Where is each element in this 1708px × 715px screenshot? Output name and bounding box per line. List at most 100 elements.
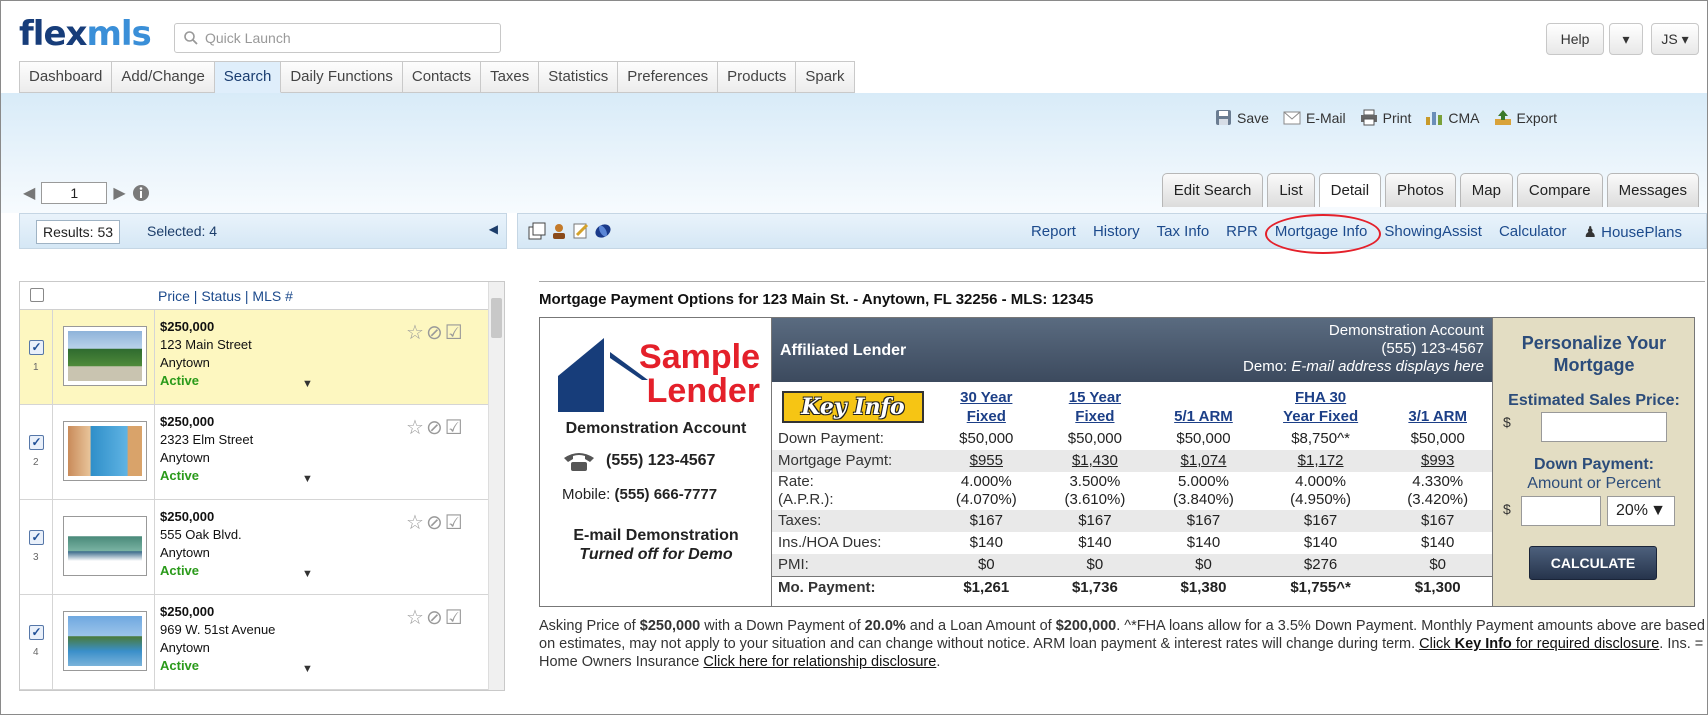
listing-photo[interactable]	[63, 516, 147, 576]
prev-page-icon[interactable]: ◀	[23, 183, 35, 203]
tab-edit-search[interactable]: Edit Search	[1161, 173, 1264, 207]
page-number-input[interactable]: 1	[41, 182, 108, 204]
globe-icon[interactable]	[594, 222, 612, 240]
email-action[interactable]: E-Mail	[1283, 109, 1346, 126]
sort-columns[interactable]: Price | Status | MLS #	[158, 288, 293, 304]
menu-tab-contacts[interactable]: Contacts	[402, 61, 482, 93]
edit-note-icon[interactable]: ☑	[445, 415, 463, 440]
popout-icon[interactable]	[528, 222, 546, 240]
sublink-history[interactable]: History	[1093, 223, 1140, 241]
listing-row[interactable]: ✓ 2 $250,000 2323 Elm Street Anytown Act…	[20, 405, 504, 500]
sublink-rpr[interactable]: RPR	[1226, 223, 1258, 241]
floppy-icon	[1216, 110, 1232, 125]
listing-photo[interactable]	[63, 421, 147, 481]
rate-column-header[interactable]: 30 Year Fixed	[932, 382, 1041, 428]
rate-cell[interactable]: $955	[932, 450, 1041, 472]
info-icon[interactable]	[132, 184, 150, 202]
menu-tab-preferences[interactable]: Preferences	[618, 61, 719, 93]
rate-cell[interactable]: $1,430	[1040, 450, 1150, 472]
agent-icon[interactable]	[550, 222, 568, 240]
key-info-disclosure-link[interactable]: Click Key Info for required disclosure	[1419, 636, 1659, 652]
rate-cell[interactable]: $1,074	[1149, 450, 1258, 472]
cma-action[interactable]: CMA	[1425, 109, 1480, 126]
relationship-disclosure-link[interactable]: Click here for relationship disclosure	[703, 654, 936, 670]
sublink-tax-info[interactable]: Tax Info	[1157, 223, 1210, 241]
listing-checkbox[interactable]: ✓	[29, 340, 44, 355]
tab-map[interactable]: Map	[1459, 173, 1513, 207]
export-action[interactable]: Export	[1494, 109, 1557, 126]
down-percent-select[interactable]: 20% ▼	[1607, 496, 1675, 526]
ban-icon[interactable]: ⊘	[426, 320, 443, 345]
ban-icon[interactable]: ⊘	[426, 415, 443, 440]
listing-row[interactable]: ✓ 1 $250,000 123 Main Street Anytown Act…	[20, 310, 504, 405]
rate-cell[interactable]: $993	[1383, 450, 1492, 472]
tab-list[interactable]: List	[1267, 173, 1315, 207]
menu-tab-search[interactable]: Search	[214, 61, 282, 93]
caret-down-icon[interactable]: ▼	[302, 568, 313, 580]
next-page-icon[interactable]: ▶	[113, 183, 125, 203]
star-icon[interactable]: ☆	[406, 605, 424, 630]
listing-photo[interactable]	[63, 611, 147, 671]
caret-down-icon[interactable]: ▼	[302, 378, 313, 390]
print-action[interactable]: Print	[1360, 109, 1411, 126]
scrollbar-thumb[interactable]	[491, 298, 502, 338]
collapse-panel-icon[interactable]: ◀	[489, 222, 498, 236]
rate-column-header[interactable]: 3/1 ARM	[1383, 382, 1492, 428]
menu-tab-taxes[interactable]: Taxes	[481, 61, 540, 93]
listing-checkbox[interactable]: ✓	[29, 530, 44, 545]
sublink-showingassist[interactable]: ShowingAssist	[1384, 223, 1482, 241]
down-payment-input[interactable]	[1521, 496, 1601, 526]
rate-cell[interactable]: $1,172	[1257, 450, 1384, 472]
caret-down-icon[interactable]: ▼	[302, 663, 313, 675]
calculate-button[interactable]: CALCULATE	[1529, 546, 1657, 580]
help-dropdown-button[interactable]: ▾	[1609, 23, 1643, 55]
save-action[interactable]: Save	[1215, 109, 1269, 126]
sublink-report[interactable]: Report	[1031, 223, 1076, 241]
menu-tab-spark[interactable]: Spark	[796, 61, 855, 93]
star-icon[interactable]: ☆	[406, 415, 424, 440]
help-button[interactable]: Help	[1546, 23, 1604, 55]
sublink-calculator[interactable]: Calculator	[1499, 223, 1567, 241]
menu-tab-dashboard[interactable]: Dashboard	[19, 61, 113, 93]
tab-detail[interactable]: Detail	[1318, 173, 1382, 207]
listing-checkbox[interactable]: ✓	[29, 625, 44, 640]
quick-launch-input[interactable]: Quick Launch	[174, 23, 501, 53]
note-icon[interactable]	[572, 222, 590, 240]
menu-tab-daily-functions[interactable]: Daily Functions	[281, 61, 403, 93]
sales-price-input[interactable]	[1541, 412, 1667, 442]
rate-cell: 5.000% (3.840%)	[1173, 473, 1234, 508]
rate-column-header[interactable]: FHA 30 Year Fixed	[1258, 382, 1384, 428]
caret-down-icon[interactable]: ▼	[302, 473, 313, 485]
selected-count[interactable]: Selected: 4	[147, 223, 217, 239]
edit-note-icon[interactable]: ☑	[445, 605, 463, 630]
tab-messages[interactable]: Messages	[1606, 173, 1699, 207]
star-icon[interactable]: ☆	[406, 320, 424, 345]
tab-compare[interactable]: Compare	[1516, 173, 1603, 207]
edit-note-icon[interactable]: ☑	[445, 510, 463, 535]
edit-note-icon[interactable]: ☑	[445, 320, 463, 345]
rate-column-header[interactable]: 15 Year Fixed	[1041, 382, 1150, 428]
sublink-mortgage-info[interactable]: Mortgage Info	[1264, 214, 1381, 254]
listing-row[interactable]: ✓ 3 $250,000 555 Oak Blvd. Anytown Activ…	[20, 500, 504, 595]
tab-photos[interactable]: Photos	[1385, 173, 1456, 207]
ban-icon[interactable]: ⊘	[426, 510, 443, 535]
results-count[interactable]: Results: 53	[36, 220, 121, 244]
menu-tab-add-change[interactable]: Add/Change	[112, 61, 215, 93]
ban-icon[interactable]: ⊘	[426, 605, 443, 630]
rate-column-header[interactable]: 5/1 ARM	[1149, 382, 1258, 428]
sublink-houseplans[interactable]: ♟ HousePlans	[1583, 223, 1682, 241]
listing-photo[interactable]	[63, 326, 147, 386]
user-menu-button[interactable]: JS ▾	[1651, 23, 1699, 55]
flexmls-logo[interactable]: flexmls	[19, 17, 152, 51]
listing-rows: ✓ 1 $250,000 123 Main Street Anytown Act…	[20, 310, 504, 690]
star-icon[interactable]: ☆	[406, 510, 424, 535]
lender-email: E-mail Demonstration Turned off for Demo	[573, 527, 739, 563]
listing-row[interactable]: ✓ 4 $250,000 969 W. 51st Avenue Anytown …	[20, 595, 504, 690]
menu-tab-products[interactable]: Products	[718, 61, 797, 93]
listing-actions: ☆ ⊘ ☑	[406, 605, 463, 630]
list-scrollbar[interactable]	[488, 282, 504, 690]
select-all-checkbox[interactable]	[30, 288, 44, 302]
menu-tab-statistics[interactable]: Statistics	[539, 61, 619, 93]
key-info-button[interactable]: Key Info	[782, 391, 924, 423]
listing-checkbox[interactable]: ✓	[29, 435, 44, 450]
